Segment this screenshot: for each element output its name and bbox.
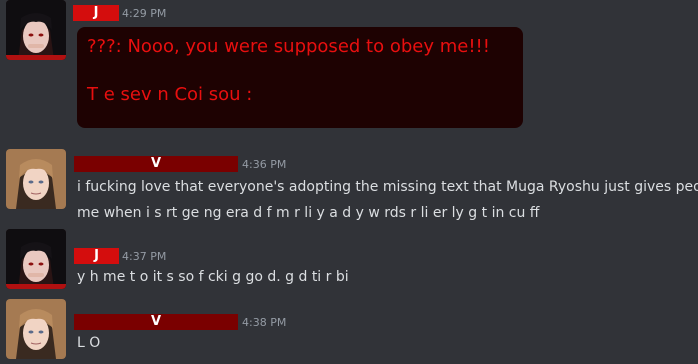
avatar[interactable] xyxy=(6,299,66,359)
timestamp: 4:36 PM xyxy=(242,158,287,171)
author-badge: V xyxy=(150,156,162,171)
timestamp: 4:29 PM xyxy=(122,7,167,20)
message-line-1: i fucking love that everyone's adopting … xyxy=(77,179,698,195)
avatar[interactable] xyxy=(6,0,66,60)
message-embed: ???: Nooo, you were supposed to obey me!… xyxy=(77,27,523,128)
author-badge: J xyxy=(94,248,99,263)
avatar[interactable] xyxy=(6,229,66,289)
avatar-dark-hair-icon xyxy=(6,229,66,289)
avatar-blonde-hair-icon xyxy=(6,149,66,209)
embed-line-1: ???: Nooo, you were supposed to obey me!… xyxy=(87,36,490,57)
message-line-1: y h me t o it s so f cki g go d. g d ti … xyxy=(77,269,349,285)
message-line-1: L O xyxy=(77,335,101,351)
avatar-blonde-hair-icon xyxy=(6,299,66,359)
timestamp: 4:37 PM xyxy=(122,250,167,263)
author-badge: V xyxy=(150,314,162,329)
message-line-2: me when i s rt ge ng era d f m r li y a … xyxy=(77,205,540,221)
embed-line-2: T e sev n Coi sou : xyxy=(87,84,253,105)
author-name-redacted[interactable]: J xyxy=(73,5,119,21)
author-badge: J xyxy=(93,5,99,20)
avatar[interactable] xyxy=(6,149,66,209)
author-name-redacted[interactable]: V xyxy=(74,156,238,172)
author-name-redacted[interactable]: J xyxy=(74,248,119,264)
timestamp: 4:38 PM xyxy=(242,316,287,329)
avatar-dark-hair-icon xyxy=(6,0,66,60)
author-name-redacted[interactable]: V xyxy=(74,314,238,330)
